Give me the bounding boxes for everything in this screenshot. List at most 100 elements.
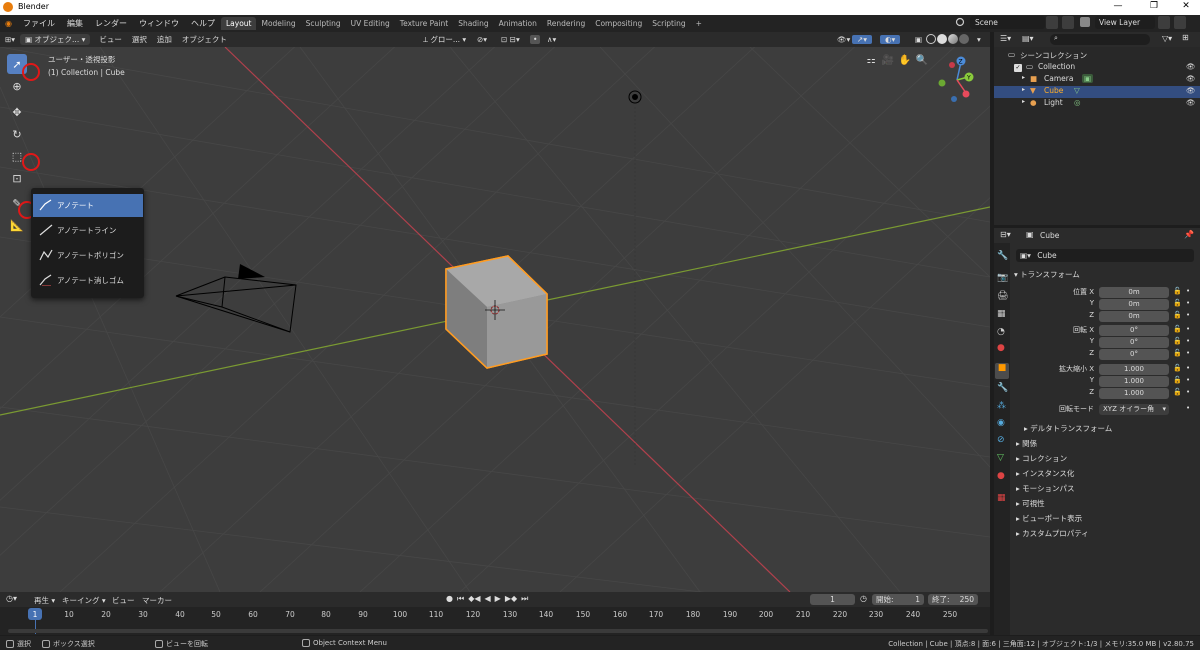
keyframe-dot-icon[interactable]: • <box>1186 404 1190 412</box>
object-name-field[interactable]: ▣▾ Cube <box>1016 249 1194 262</box>
proportional-edit-icon[interactable]: • <box>530 35 541 44</box>
workspace-tab-compositing[interactable]: Compositing <box>590 17 647 30</box>
solid-shading-icon[interactable] <box>937 34 947 44</box>
rotation-mode-dropdown[interactable]: XYZ オイラー角 ▾ <box>1099 404 1169 415</box>
transform-section-header[interactable]: ▾ トランスフォーム <box>1014 269 1080 280</box>
viewport-display-section[interactable]: ▸ ビューポート表示 <box>1016 513 1082 524</box>
scale-y-field[interactable]: 1.000 <box>1099 376 1169 387</box>
lock-icon[interactable]: 🔓 <box>1173 388 1182 396</box>
light-data-icon[interactable]: ◎ <box>1074 98 1081 107</box>
playback-menu[interactable]: 再生 ▾ <box>34 595 55 606</box>
camera-icon[interactable]: 🎥 <box>881 55 895 69</box>
keying-menu[interactable]: キーイング ▾ <box>62 595 106 606</box>
workspace-tab-shading[interactable]: Shading <box>453 17 493 30</box>
lock-icon[interactable]: 🔓 <box>1173 349 1182 357</box>
keyframe-dot-icon[interactable]: • <box>1186 337 1190 345</box>
workspace-tab-uv-editing[interactable]: UV Editing <box>346 17 395 30</box>
location-z-field[interactable]: 0m <box>1099 311 1169 322</box>
gizmo-neg-x-icon[interactable] <box>949 62 955 68</box>
record-icon[interactable]: ● <box>446 594 453 604</box>
new-view-layer-icon[interactable] <box>1158 16 1170 29</box>
editor-type-icon[interactable]: ⊞▾ <box>0 35 20 44</box>
motion-paths-section[interactable]: ▸ モーションパス <box>1016 483 1075 494</box>
new-scene-icon[interactable] <box>1046 16 1058 29</box>
annotate-option[interactable]: アノテート <box>33 194 143 217</box>
camera-visibility-icon[interactable]: 👁 <box>1186 74 1196 83</box>
gizmo-neg-y-icon[interactable] <box>938 79 946 87</box>
texture-tab-icon[interactable]: ▦ <box>997 493 1006 503</box>
expand-arrow-icon[interactable]: ▸ <box>1022 98 1025 105</box>
outliner-item-camera[interactable]: ▸ ■ Camera ▣ 👁 <box>994 74 1200 86</box>
world-tab-icon[interactable]: ● <box>997 343 1005 353</box>
keyframe-dot-icon[interactable]: • <box>1186 325 1190 333</box>
mesh-data-icon[interactable]: ▽ <box>1074 86 1080 95</box>
remove-view-layer-icon[interactable] <box>1174 16 1186 29</box>
collection-visibility-icon[interactable]: 👁 <box>1186 62 1196 71</box>
select-menu[interactable]: 選択 <box>127 34 152 45</box>
new-collection-icon[interactable]: ⊞ <box>1182 33 1189 42</box>
location-x-field[interactable]: 0m <box>1099 287 1169 298</box>
workspace-tab-animation[interactable]: Animation <box>494 17 542 30</box>
play-reverse-icon[interactable]: ◀ <box>485 594 491 604</box>
light-visibility-icon[interactable]: 👁 <box>1186 98 1196 107</box>
cube-visibility-icon[interactable]: 👁 <box>1186 86 1196 95</box>
collection-checkbox[interactable]: ✓ <box>1014 64 1022 72</box>
snap-icon[interactable]: ⊡ ⊟▾ <box>496 35 525 44</box>
workspace-tab-modeling[interactable]: Modeling <box>256 17 300 30</box>
keyframe-dot-icon[interactable]: • <box>1186 349 1190 357</box>
physics-tab-icon[interactable]: ◉ <box>997 418 1005 428</box>
scale-x-field[interactable]: 1.000 <box>1099 364 1169 375</box>
filter-icon[interactable]: ▽▾ <box>1162 34 1172 43</box>
custom-properties-section[interactable]: ▸ カスタムプロパティ <box>1016 528 1089 539</box>
view-menu[interactable]: ビュー <box>94 34 127 45</box>
camera-object[interactable] <box>170 242 310 352</box>
lock-icon[interactable]: 🔓 <box>1173 287 1182 295</box>
add-menu[interactable]: 追加 <box>152 34 177 45</box>
axis-gizmo[interactable]: Z Y <box>932 55 982 105</box>
pin-icon[interactable]: 📌 <box>1184 230 1194 239</box>
object-menu[interactable]: オブジェクト <box>177 34 232 45</box>
wireframe-shading-icon[interactable] <box>926 34 936 44</box>
rotation-y-field[interactable]: 0° <box>1099 337 1169 348</box>
keyframe-dot-icon[interactable]: • <box>1186 287 1190 295</box>
expand-arrow-icon[interactable]: ▸ <box>1022 74 1025 81</box>
menu-file[interactable]: ファイル <box>17 18 61 29</box>
workspace-tab-texture-paint[interactable]: Texture Paint <box>395 17 453 30</box>
gizmo-x-icon[interactable] <box>962 90 970 98</box>
mode-selector[interactable]: ▣ オブジェク... ▾ <box>20 34 91 45</box>
light-object[interactable] <box>625 87 645 107</box>
menu-help[interactable]: ヘルプ <box>185 18 221 29</box>
timeline-view-menu[interactable]: ビュー <box>112 595 135 606</box>
cube-object[interactable] <box>440 252 560 377</box>
workspace-tab-layout[interactable]: Layout <box>220 17 257 30</box>
expand-arrow-icon[interactable]: ▸ <box>1022 86 1025 93</box>
xray-icon[interactable]: ▣ <box>910 35 927 44</box>
collections-section[interactable]: ▸ コレクション <box>1016 453 1067 464</box>
next-keyframe-icon[interactable]: ▶◆ <box>505 594 517 604</box>
workspace-tab-sculpting[interactable]: Sculpting <box>301 17 346 30</box>
annotate-polygon-option[interactable]: アノテートポリゴン <box>33 244 143 267</box>
maximize-button[interactable]: ❐ <box>1140 1 1168 11</box>
3d-viewport[interactable]: ⚏ 🎥 ✋ 🔍 Z Y <box>0 47 990 592</box>
tool-tab-icon[interactable]: 🔧 <box>997 251 1008 261</box>
keyframe-dot-icon[interactable]: • <box>1186 311 1190 319</box>
gizmo-toggle-icon[interactable]: ↗▾ <box>852 35 873 44</box>
move-tool-icon[interactable]: ✥ <box>7 102 27 122</box>
start-frame-field[interactable]: 開始: 1 <box>872 594 924 605</box>
workspace-tab-scripting[interactable]: Scripting <box>647 17 690 30</box>
zoom-icon[interactable]: 🔍 <box>915 55 929 69</box>
menu-window[interactable]: ウィンドウ <box>133 18 185 29</box>
rotation-x-field[interactable]: 0° <box>1099 325 1169 336</box>
render-tab-icon[interactable]: 📷 <box>997 273 1008 283</box>
constraints-tab-icon[interactable]: ⊘ <box>997 435 1005 445</box>
jump-end-icon[interactable]: ⏭ <box>521 594 528 604</box>
clock-icon[interactable]: ◷ <box>860 594 867 603</box>
collection-row[interactable]: ✓ ▭ Collection 👁 <box>994 62 1200 74</box>
scene-collection-row[interactable]: ▭ シーンコレクション <box>994 50 1200 62</box>
camera-view-icon[interactable]: ⚏ <box>864 55 878 69</box>
timeline-editor-icon[interactable]: ◷▾ <box>6 594 17 603</box>
particles-tab-icon[interactable]: ⁂ <box>997 401 1006 411</box>
annotate-eraser-option[interactable]: アノテート消しゴム <box>33 269 143 292</box>
shading-options-icon[interactable]: ▾ <box>972 35 986 44</box>
timeline-scrollbar[interactable] <box>8 629 988 633</box>
